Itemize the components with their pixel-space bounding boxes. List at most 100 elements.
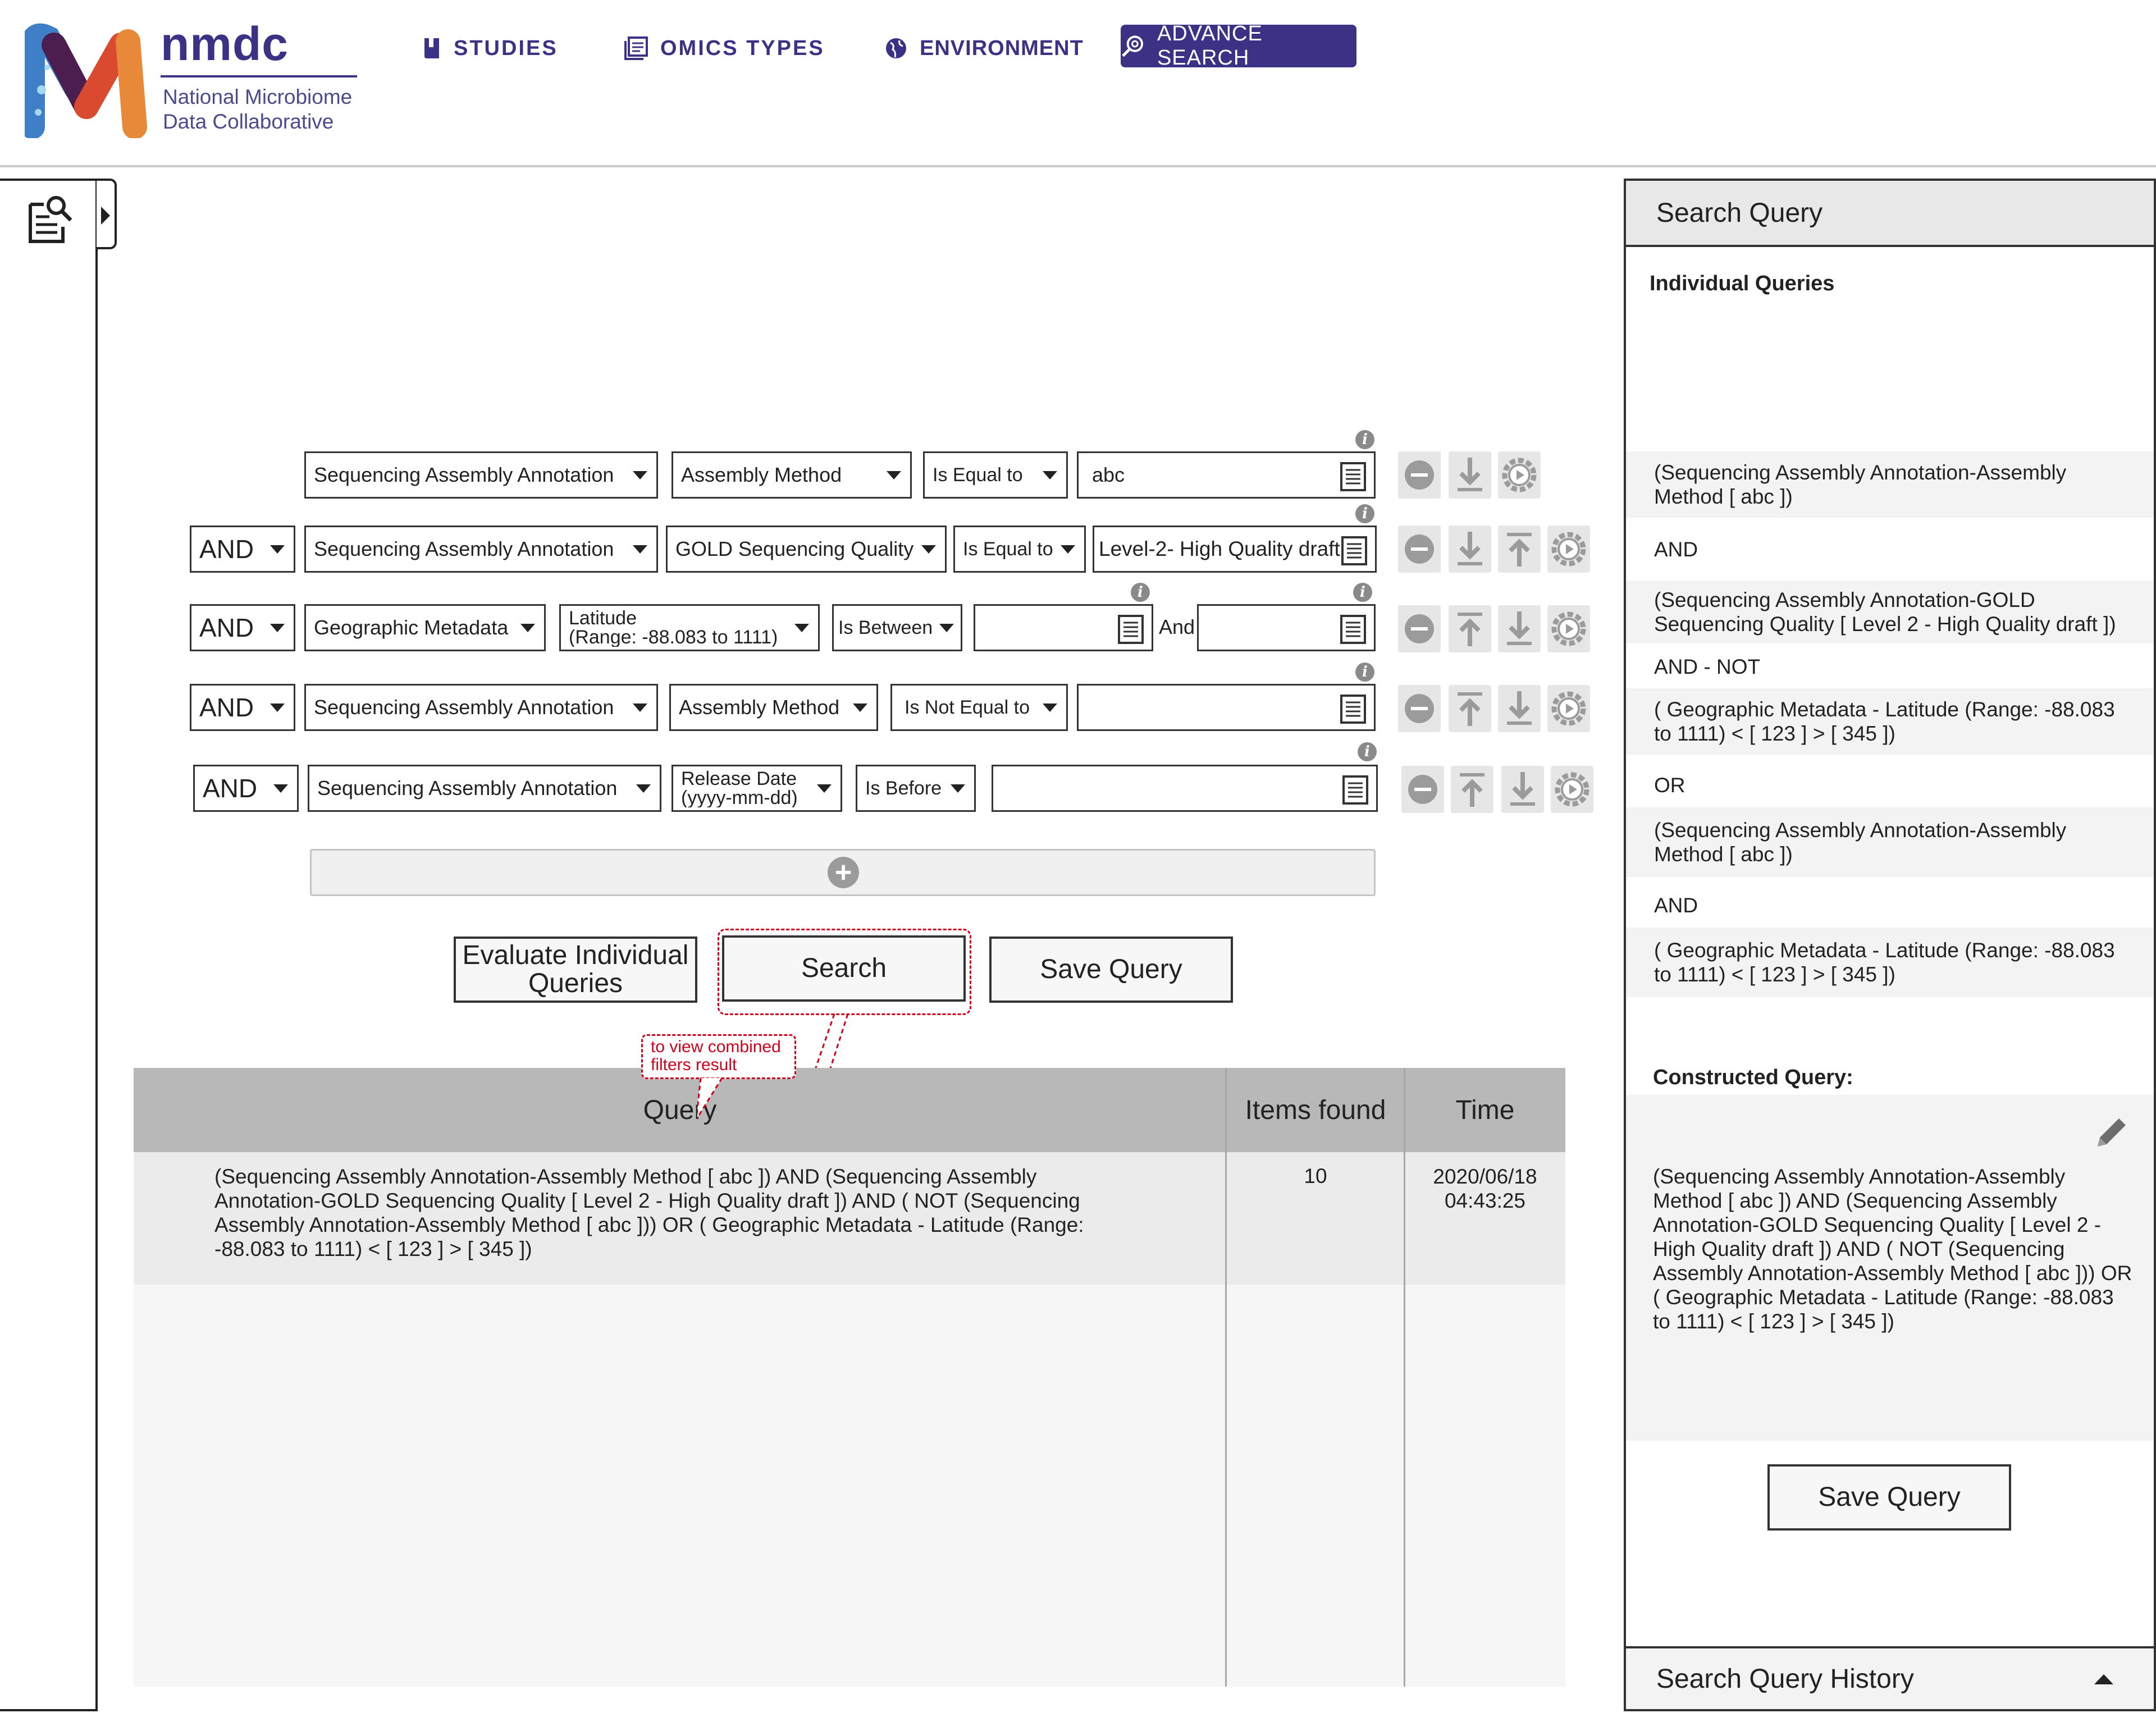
row2-move-down-button[interactable] bbox=[1449, 526, 1491, 573]
row5-operator-select[interactable]: AND bbox=[193, 765, 299, 812]
row4-category-select[interactable]: Sequencing Assembly Annotation bbox=[304, 684, 658, 731]
arrow-up-from-line-icon bbox=[1458, 613, 1482, 646]
individual-query-item[interactable]: (Sequencing Assembly Annotation-Assembly… bbox=[1626, 451, 2154, 518]
value-list-icon[interactable] bbox=[1339, 461, 1367, 492]
row3-remove-button[interactable] bbox=[1398, 605, 1441, 652]
row2-run-button[interactable] bbox=[1547, 526, 1590, 573]
minus-circle-icon bbox=[1405, 614, 1434, 643]
callout-tail bbox=[697, 1077, 723, 1120]
row3-run-button[interactable] bbox=[1547, 605, 1590, 652]
row3-field-line1: Latitude bbox=[569, 609, 637, 629]
row2-value-input[interactable]: Level-2- High Quality draft bbox=[1093, 526, 1377, 573]
arrow-up-from-line-icon bbox=[1507, 533, 1532, 567]
plus-circle-icon[interactable]: + bbox=[828, 857, 859, 888]
row2-comparator-select[interactable]: Is Equal to bbox=[953, 526, 1086, 573]
value-list-icon[interactable] bbox=[1341, 774, 1369, 806]
row4-move-up-button[interactable] bbox=[1449, 685, 1491, 732]
row1-remove-button[interactable] bbox=[1398, 451, 1441, 499]
app-header: nmdc National Microbiome Data Collaborat… bbox=[0, 0, 2156, 167]
arrow-down-to-line-icon bbox=[1510, 772, 1535, 806]
row3-move-down-button[interactable] bbox=[1498, 605, 1541, 652]
caret-down-icon bbox=[270, 545, 285, 554]
value-list-icon[interactable] bbox=[1339, 614, 1367, 645]
individual-query-item[interactable]: ( Geographic Metadata - Latitude (Range:… bbox=[1626, 688, 2154, 755]
row5-value-input[interactable] bbox=[992, 765, 1378, 812]
value-list-icon[interactable] bbox=[1117, 614, 1145, 645]
row2-field-select[interactable]: GOLD Sequencing Quality bbox=[666, 526, 947, 573]
row3-operator-select[interactable]: AND bbox=[190, 604, 295, 651]
individual-query-item[interactable]: ( Geographic Metadata - Latitude (Range:… bbox=[1626, 928, 2154, 997]
row3-move-up-button[interactable] bbox=[1449, 605, 1491, 652]
info-icon[interactable]: i bbox=[1355, 430, 1374, 449]
row4-field-select[interactable]: Assembly Method bbox=[669, 684, 878, 731]
row1-category-select[interactable]: Sequencing Assembly Annotation bbox=[304, 451, 658, 499]
nav-environment[interactable]: ENVIRONMENT bbox=[885, 25, 1084, 72]
column-query-header[interactable]: Query bbox=[134, 1068, 1226, 1152]
row4-comparator-select[interactable]: Is Not Equal to bbox=[890, 684, 1068, 731]
caret-down-icon bbox=[1061, 545, 1075, 554]
row3-comparator-select[interactable]: Is Between bbox=[832, 604, 962, 651]
pencil-edit-icon[interactable] bbox=[2093, 1114, 2130, 1151]
nmdc-logo-icon[interactable] bbox=[25, 22, 148, 138]
column-items-found-header[interactable]: Items found bbox=[1226, 1068, 1405, 1152]
row5-move-down-button[interactable] bbox=[1501, 766, 1544, 813]
nav-omics-label: OMICS TYPES bbox=[660, 36, 825, 60]
row2-category-select[interactable]: Sequencing Assembly Annotation bbox=[304, 526, 658, 573]
caret-down-icon bbox=[887, 470, 901, 479]
row4-run-button[interactable] bbox=[1547, 685, 1590, 732]
search-query-history-toggle[interactable]: Search Query History bbox=[1624, 1646, 2156, 1711]
row2-comparator-value: Is Equal to bbox=[963, 538, 1053, 560]
caret-up-icon[interactable] bbox=[2094, 1674, 2113, 1684]
row5-move-up-button[interactable] bbox=[1451, 766, 1493, 813]
value-list-icon[interactable] bbox=[1340, 535, 1368, 567]
minus-circle-icon bbox=[1408, 775, 1437, 804]
row2-move-up-button[interactable] bbox=[1498, 526, 1541, 573]
row5-comparator-select[interactable]: Is Before bbox=[856, 765, 976, 812]
arrow-down-to-line-icon bbox=[1458, 458, 1482, 491]
row3-field-select[interactable]: Latitude (Range: -88.083 to 1111) bbox=[559, 604, 820, 651]
nav-studies[interactable]: STUDIES bbox=[422, 25, 558, 72]
caret-down-icon bbox=[853, 703, 867, 712]
row4-remove-button[interactable] bbox=[1398, 685, 1441, 732]
row1-field-select[interactable]: Assembly Method bbox=[672, 451, 912, 499]
row4-operator-select[interactable]: AND bbox=[190, 684, 295, 731]
nav-advance-search[interactable]: ADVANCE SEARCH bbox=[1121, 22, 1356, 70]
row2-category-value: Sequencing Assembly Annotation bbox=[314, 537, 614, 560]
result-query-cell: (Sequencing Assembly Annotation-Assembly… bbox=[214, 1165, 1084, 1260]
row2-operator-select[interactable]: AND bbox=[190, 526, 295, 573]
row3-value-from-input[interactable] bbox=[974, 604, 1153, 651]
row5-remove-button[interactable] bbox=[1401, 766, 1444, 813]
info-icon[interactable]: i bbox=[1353, 583, 1372, 602]
info-icon[interactable]: i bbox=[1358, 742, 1377, 761]
sidebar-expand-toggle[interactable] bbox=[97, 179, 117, 249]
value-list-icon[interactable] bbox=[1339, 693, 1367, 725]
row5-field-line1: Release Date bbox=[681, 769, 797, 789]
row4-value-input[interactable] bbox=[1077, 684, 1376, 731]
column-time-header[interactable]: Time bbox=[1405, 1068, 1565, 1152]
nav-omics-types[interactable]: OMICS TYPES bbox=[624, 25, 825, 72]
row3-value-to-input[interactable] bbox=[1197, 604, 1376, 651]
info-icon[interactable]: i bbox=[1131, 583, 1150, 602]
row1-move-down-button[interactable] bbox=[1449, 451, 1491, 499]
row4-move-down-button[interactable] bbox=[1498, 685, 1541, 732]
individual-query-item[interactable]: (Sequencing Assembly Annotation-Assembly… bbox=[1626, 807, 2154, 877]
row5-category-select[interactable]: Sequencing Assembly Annotation bbox=[308, 765, 661, 812]
info-icon[interactable]: i bbox=[1355, 504, 1374, 523]
row5-run-button[interactable] bbox=[1551, 766, 1593, 813]
left-sidebar bbox=[0, 179, 98, 1711]
row5-field-select[interactable]: Release Date (yyyy-mm-dd) bbox=[672, 765, 842, 812]
row1-comparator-select[interactable]: Is Equal to bbox=[923, 451, 1068, 499]
evaluate-queries-button[interactable]: Evaluate Individual Queries bbox=[454, 937, 697, 1003]
minus-circle-icon bbox=[1405, 460, 1434, 490]
individual-query-item[interactable]: (Sequencing Assembly Annotation-GOLD Seq… bbox=[1626, 581, 2154, 643]
row1-value-input[interactable]: abc bbox=[1077, 451, 1376, 499]
query-report-icon[interactable] bbox=[27, 193, 74, 244]
gear-play-icon bbox=[1502, 458, 1537, 492]
panel-save-query-button[interactable]: Save Query bbox=[1767, 1464, 2011, 1531]
row3-category-select[interactable]: Geographic Metadata bbox=[304, 604, 546, 651]
column-divider bbox=[1225, 1068, 1227, 1687]
save-query-button[interactable]: Save Query bbox=[989, 937, 1233, 1003]
info-icon[interactable]: i bbox=[1355, 663, 1374, 682]
row1-run-button[interactable] bbox=[1498, 451, 1541, 499]
row2-remove-button[interactable] bbox=[1398, 526, 1441, 573]
